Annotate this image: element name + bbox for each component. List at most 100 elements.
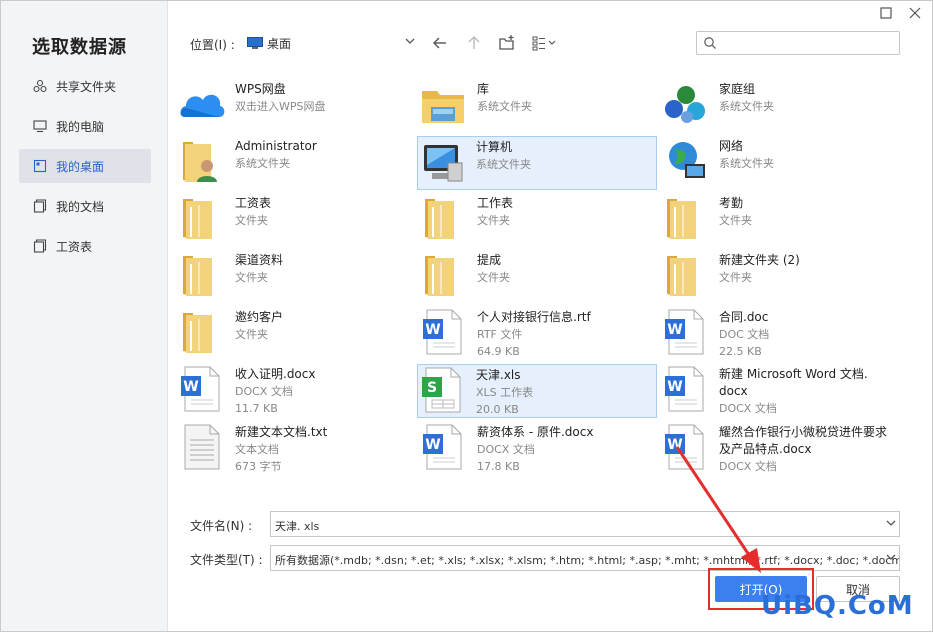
list-item[interactable]: 考勤 文件夹 bbox=[661, 193, 899, 245]
new-folder-icon[interactable] bbox=[498, 34, 516, 52]
word-doc-icon: W bbox=[419, 307, 469, 357]
list-item[interactable]: 邀约客户 文件夹 bbox=[177, 307, 415, 359]
file-type: 文件夹 bbox=[477, 271, 510, 284]
toolbar: 位置(I) : 桌面 bbox=[168, 29, 928, 57]
library-icon bbox=[419, 79, 469, 129]
network-icon bbox=[661, 136, 711, 186]
file-type: 双击进入WPS网盘 bbox=[235, 100, 326, 113]
up-icon[interactable] bbox=[465, 34, 483, 52]
file-name-line2: docx bbox=[719, 384, 748, 398]
file-name: 耀然合作银行小微税贷进件要求 bbox=[719, 425, 888, 439]
text-file-icon bbox=[177, 422, 227, 472]
file-type: DOCX 文档 bbox=[719, 402, 777, 415]
file-type: XLS 工作表 bbox=[476, 386, 534, 399]
maximize-button[interactable] bbox=[879, 6, 893, 20]
view-options-icon[interactable] bbox=[531, 34, 559, 52]
sidebar-item-label: 我的电脑 bbox=[56, 119, 105, 134]
file-size: 11.7 KB bbox=[235, 402, 278, 415]
desktop-icon bbox=[247, 37, 263, 49]
sidebar-item-computer[interactable]: 我的电脑 bbox=[19, 109, 151, 143]
folder-icon bbox=[661, 193, 711, 243]
word-doc-icon: W bbox=[419, 422, 469, 472]
list-item[interactable]: 家庭组 系统文件夹 bbox=[661, 79, 899, 131]
share-icon bbox=[33, 79, 47, 93]
sidebar-item-shared[interactable]: 共享文件夹 bbox=[19, 69, 151, 103]
list-item[interactable]: Administrator 系统文件夹 bbox=[177, 136, 415, 188]
list-item-selected[interactable]: S 天津.xls XLS 工作表 20.0 KB bbox=[417, 364, 657, 418]
folder-icon bbox=[661, 250, 711, 300]
file-name: 网络 bbox=[719, 139, 744, 153]
file-type: DOCX 文档 bbox=[719, 460, 777, 473]
chevron-down-icon[interactable] bbox=[886, 519, 896, 527]
sidebar-item-desktop[interactable]: 我的桌面 bbox=[19, 149, 151, 183]
list-item[interactable]: WPS网盘 双击进入WPS网盘 bbox=[177, 79, 415, 131]
svg-text:S: S bbox=[427, 380, 437, 396]
homegroup-icon bbox=[661, 79, 711, 129]
search-icon bbox=[704, 37, 716, 49]
file-type: 系统文件夹 bbox=[477, 100, 532, 113]
watermark: UiBQ.CoM bbox=[761, 591, 914, 621]
file-type: 系统文件夹 bbox=[719, 157, 774, 170]
file-size: 22.5 KB bbox=[719, 345, 762, 358]
list-item[interactable]: 渠道资料 文件夹 bbox=[177, 250, 415, 302]
list-item[interactable]: W 耀然合作银行小微税贷进件要求 及产品特点.docx DOCX 文档 bbox=[661, 422, 899, 474]
folder-icon bbox=[177, 307, 227, 357]
chevron-down-icon bbox=[405, 38, 415, 44]
list-item-selected[interactable]: 计算机 系统文件夹 bbox=[417, 136, 657, 190]
file-name: 家庭组 bbox=[719, 82, 756, 96]
list-item[interactable]: W 收入证明.docx DOCX 文档 11.7 KB bbox=[177, 364, 415, 416]
close-button[interactable] bbox=[908, 6, 922, 20]
list-item[interactable]: W 新建 Microsoft Word 文档. docx DOCX 文档 bbox=[661, 364, 899, 416]
file-type: DOC 文档 bbox=[719, 328, 770, 341]
list-item[interactable]: 提成 文件夹 bbox=[419, 250, 657, 302]
file-name: 工作表 bbox=[477, 196, 514, 210]
computer-icon bbox=[418, 137, 468, 187]
sidebar-item-salary[interactable]: 工资表 bbox=[19, 229, 151, 263]
sidebar-item-label: 共享文件夹 bbox=[56, 79, 117, 94]
location-label: 位置(I) : bbox=[190, 38, 235, 52]
chevron-down-icon[interactable] bbox=[886, 553, 896, 561]
file-grid: WPS网盘 双击进入WPS网盘 库系统文件夹 家庭组 系统文件夹 Administr… bbox=[171, 79, 911, 479]
dialog-title: 选取数据源 bbox=[32, 37, 127, 58]
word-doc-icon: W bbox=[661, 364, 711, 414]
file-name: 考勤 bbox=[719, 196, 744, 210]
user-folder-icon bbox=[177, 136, 227, 186]
file-name: 新建文本文档.txt bbox=[235, 425, 328, 439]
file-type: DOCX 文档 bbox=[477, 443, 535, 456]
file-type: 文件夹 bbox=[235, 328, 268, 341]
search-input[interactable] bbox=[696, 31, 900, 55]
sidebar: 选取数据源 共享文件夹 我的电脑 我的桌面 我的文档 工资表 bbox=[1, 1, 168, 631]
list-item[interactable]: W 合同.doc DOC 文档 22.5 KB bbox=[661, 307, 899, 359]
computer-icon bbox=[33, 120, 47, 133]
list-item[interactable]: 工作表 文件夹 bbox=[419, 193, 657, 245]
folder-icon bbox=[177, 250, 227, 300]
file-size: 20.0 KB bbox=[476, 403, 519, 416]
file-type: 文件夹 bbox=[719, 214, 752, 227]
file-name: 新建 Microsoft Word 文档. bbox=[719, 367, 868, 381]
file-name: Administrator bbox=[235, 139, 317, 153]
file-name: 渠道资料 bbox=[235, 253, 284, 267]
svg-text:W: W bbox=[425, 322, 440, 338]
filename-input[interactable]: 天津. xls bbox=[270, 511, 900, 537]
file-size: 64.9 KB bbox=[477, 345, 520, 358]
file-name: 提成 bbox=[477, 253, 502, 267]
list-item[interactable]: 网络 系统文件夹 bbox=[661, 136, 899, 188]
file-name: 天津.xls bbox=[476, 368, 521, 382]
location-dropdown[interactable]: 桌面 bbox=[247, 31, 421, 55]
spreadsheet-icon: S bbox=[418, 365, 468, 415]
file-name: 库 bbox=[477, 82, 490, 96]
folder-icon bbox=[33, 239, 47, 253]
list-item[interactable]: W 薪资体系 - 原件.docx DOCX 文档 17.8 KB bbox=[419, 422, 657, 474]
list-item[interactable]: 库系统文件夹 bbox=[419, 79, 657, 131]
list-item[interactable]: 工资表 文件夹 bbox=[177, 193, 415, 245]
sidebar-item-documents[interactable]: 我的文档 bbox=[19, 189, 151, 223]
list-item[interactable]: 新建文件夹 (2) 文件夹 bbox=[661, 250, 899, 302]
file-type: RTF 文件 bbox=[477, 328, 523, 341]
svg-text:W: W bbox=[667, 322, 682, 338]
list-item[interactable]: W 个人对接银行信息.rtf RTF 文件 64.9 KB bbox=[419, 307, 657, 359]
list-item[interactable]: 新建文本文档.txt 文本文档 673 字节 bbox=[177, 422, 415, 474]
sidebar-item-label: 工资表 bbox=[56, 239, 93, 254]
location-value: 桌面 bbox=[267, 36, 292, 51]
back-icon[interactable] bbox=[431, 34, 449, 52]
file-type: 文件夹 bbox=[235, 214, 268, 227]
